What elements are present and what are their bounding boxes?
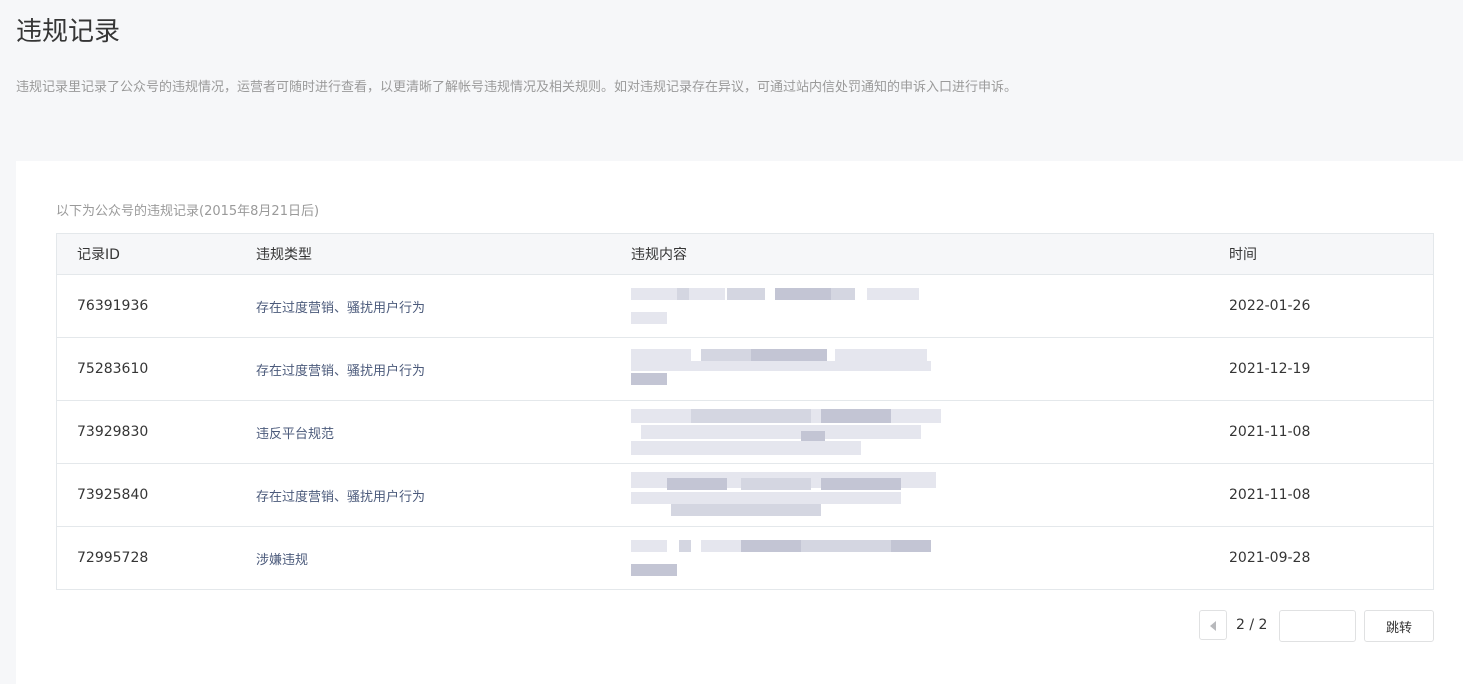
record-time: 2021-11-08 <box>1229 424 1311 440</box>
page-description: 违规记录里记录了公众号的违规情况，运营者可随时进行查看，以更清晰了解帐号违规情况… <box>16 80 1018 95</box>
violation-type: 存在过度营销、骚扰用户行为 <box>256 363 426 379</box>
violation-type: 存在过度营销、骚扰用户行为 <box>256 489 426 505</box>
column-header-type: 违规类型 <box>256 247 312 263</box>
record-time: 2022-01-26 <box>1229 298 1311 314</box>
table-row: 72995728 涉嫌违规 2021-09-28 <box>57 526 1433 589</box>
page-indicator: 2 / 2 <box>1236 617 1268 633</box>
page-title: 违规记录 <box>16 17 121 47</box>
jump-button[interactable]: 跳转 <box>1364 610 1434 642</box>
column-header-content: 违规内容 <box>631 247 687 263</box>
column-header-time: 时间 <box>1229 247 1257 263</box>
violation-type: 涉嫌违规 <box>256 552 309 568</box>
record-id: 73925840 <box>77 487 149 503</box>
column-header-id: 记录ID <box>77 247 120 263</box>
violation-table: 记录ID 违规类型 违规内容 时间 76391936 存在过度营销、骚扰用户行为 <box>56 233 1434 590</box>
table-row: 73929830 违反平台规范 2021-11-08 <box>57 400 1433 463</box>
record-id: 73929830 <box>77 424 149 440</box>
table-caption: 以下为公众号的违规记录(2015年8月21日后) <box>56 204 320 219</box>
table-row: 73925840 存在过度营销、骚扰用户行为 2021-11-08 <box>57 463 1433 526</box>
violation-records-panel: 以下为公众号的违规记录(2015年8月21日后) 记录ID 违规类型 违规内容 … <box>16 161 1463 684</box>
previous-page-button[interactable] <box>1199 610 1227 640</box>
record-id: 72995728 <box>77 550 149 566</box>
violation-type: 违反平台规范 <box>256 426 335 442</box>
record-time: 2021-11-08 <box>1229 487 1311 503</box>
record-id: 75283610 <box>77 361 149 377</box>
table-header-row: 记录ID 违规类型 违规内容 时间 <box>57 234 1433 274</box>
table-row: 75283610 存在过度营销、骚扰用户行为 2021-12-19 <box>57 337 1433 400</box>
record-time: 2021-09-28 <box>1229 550 1311 566</box>
table-row: 76391936 存在过度营销、骚扰用户行为 2022-01-26 <box>57 274 1433 337</box>
record-id: 76391936 <box>77 298 149 314</box>
record-time: 2021-12-19 <box>1229 361 1311 377</box>
jump-page-input[interactable] <box>1279 610 1356 642</box>
chevron-left-icon <box>1210 621 1216 631</box>
violation-type: 存在过度营销、骚扰用户行为 <box>256 300 426 316</box>
